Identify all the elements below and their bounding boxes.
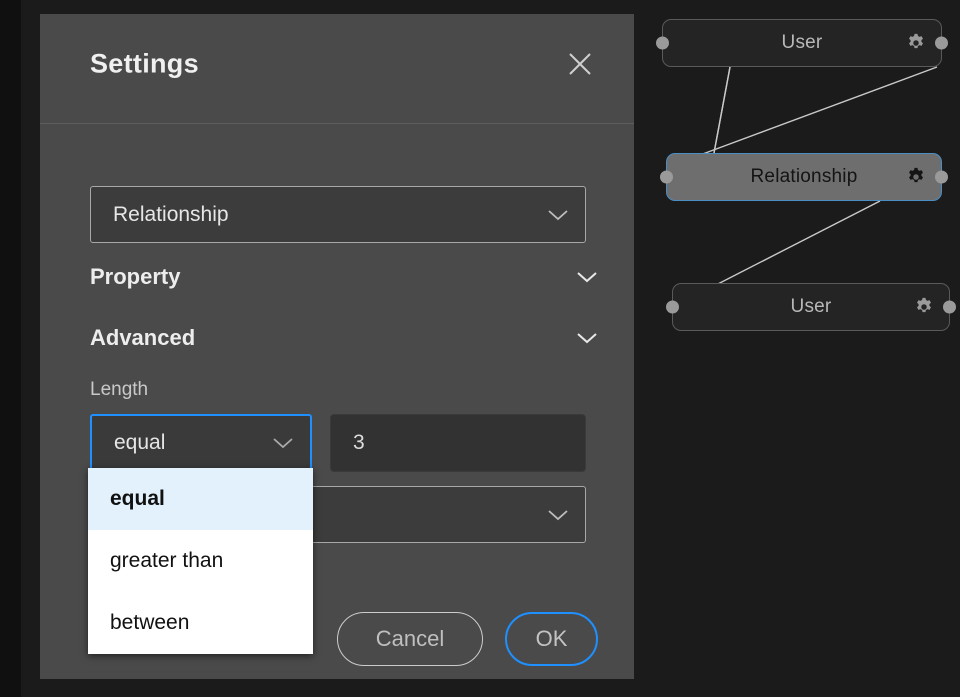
section-advanced[interactable]: Advanced [90, 323, 598, 353]
chevron-down-icon [547, 508, 569, 522]
dropdown-option-label: between [110, 611, 189, 635]
length-field-label: Length [90, 379, 148, 401]
section-property[interactable]: Property [90, 262, 598, 292]
page-title: Settings [90, 49, 199, 80]
gear-icon[interactable] [905, 166, 927, 188]
dropdown-option-label: greater than [110, 549, 223, 573]
close-icon[interactable] [566, 50, 594, 78]
graph-node-relationship[interactable]: Relationship [666, 153, 942, 201]
node-port-input[interactable] [660, 171, 673, 184]
type-select[interactable]: Relationship [90, 186, 586, 243]
node-title: Relationship [751, 166, 858, 188]
app-root: User Relationship User [0, 0, 960, 697]
node-port-input[interactable] [666, 301, 679, 314]
cancel-button[interactable]: Cancel [337, 612, 483, 666]
section-property-label: Property [90, 264, 180, 290]
section-advanced-label: Advanced [90, 325, 195, 351]
dialog-header: Settings [40, 14, 634, 124]
cancel-button-label: Cancel [376, 626, 444, 652]
operator-dropdown-menu[interactable]: equal greater than between [88, 468, 313, 654]
length-operator-value: equal [92, 431, 165, 455]
dropdown-option-greater-than[interactable]: greater than [88, 530, 313, 592]
node-title: User [782, 32, 823, 54]
ok-button-label: OK [536, 626, 568, 652]
chevron-down-icon [547, 208, 569, 222]
dropdown-option-label: equal [110, 487, 165, 511]
chevron-down-icon [576, 331, 598, 345]
chevron-down-icon [576, 270, 598, 284]
type-select-value: Relationship [91, 203, 229, 227]
graph-node-user-top[interactable]: User [662, 19, 942, 67]
length-value-input[interactable]: 3 [330, 414, 586, 472]
ok-button[interactable]: OK [505, 612, 598, 666]
node-port-output[interactable] [943, 301, 956, 314]
node-title: User [791, 296, 832, 318]
length-value-text: 3 [331, 431, 365, 455]
length-operator-select[interactable]: equal [90, 414, 312, 472]
dropdown-option-between[interactable]: between [88, 592, 313, 654]
node-port-output[interactable] [935, 37, 948, 50]
dropdown-option-equal[interactable]: equal [88, 468, 313, 530]
gear-icon[interactable] [905, 32, 927, 54]
chevron-down-icon [272, 436, 294, 450]
node-port-input[interactable] [656, 37, 669, 50]
node-port-output[interactable] [935, 171, 948, 184]
graph-node-user-bottom[interactable]: User [672, 283, 950, 331]
gear-icon[interactable] [913, 296, 935, 318]
